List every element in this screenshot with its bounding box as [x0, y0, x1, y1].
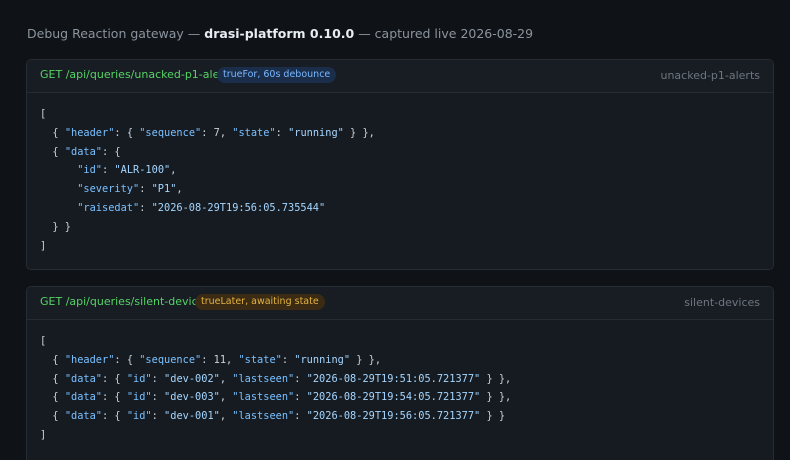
status-badge: trueLater, awaiting state — [195, 294, 325, 310]
endpoint-link[interactable]: GET /api/queries/unacked-p1-alerts — [40, 68, 234, 81]
code-line: } } — [40, 220, 71, 233]
caption-prefix: Debug Reaction gateway — — [27, 26, 205, 41]
json-response: [ { "header": { "sequence": 11, "state":… — [40, 332, 511, 445]
code-line: ] — [40, 428, 47, 441]
code-line: "severity": "P1", — [77, 183, 183, 196]
code-line: { "data": { — [40, 145, 121, 158]
page-caption: Debug Reaction gateway — drasi-platform … — [27, 26, 533, 41]
code-line: "id": "ALR-100", — [77, 164, 177, 177]
code-line: { "header": { "sequence": 7, "state": "r… — [40, 126, 375, 139]
code-line: "raisedat": "2026-08-29T19:56:05.735544" — [77, 201, 326, 214]
caption-product: drasi-platform 0.10.0 — [204, 26, 355, 41]
caption-suffix: — captured live 2026-08-29 — [354, 26, 534, 41]
json-response: [ { "header": { "sequence": 7, "state": … — [40, 105, 375, 255]
code-line: [ — [40, 108, 47, 120]
endpoint-link[interactable]: GET /api/queries/silent-devices — [40, 295, 210, 308]
query-name: silent-devices — [684, 296, 760, 309]
panel-header: GET /api/queries/unacked-p1-alerts trueF… — [27, 60, 773, 93]
debug-page: Debug Reaction gateway — drasi-platform … — [0, 0, 790, 460]
code-line: { "header": { "sequence": 11, "state": "… — [40, 353, 382, 366]
code-line: { "data": { "id": "dev-002", "lastseen":… — [40, 372, 512, 385]
query-panel-silent-devices: GET /api/queries/silent-devices trueLate… — [26, 286, 774, 460]
code-line: [ — [40, 335, 47, 347]
query-name: unacked-p1-alerts — [660, 69, 760, 82]
code-line: ] — [40, 239, 47, 252]
code-line: { "data": { "id": "dev-003", "lastseen":… — [40, 391, 512, 404]
panel-header: GET /api/queries/silent-devices trueLate… — [27, 287, 773, 320]
code-line: { "data": { "id": "dev-001", "lastseen":… — [40, 410, 506, 423]
status-badge: trueFor, 60s debounce — [217, 67, 337, 83]
query-panel-unacked-p1-alerts: GET /api/queries/unacked-p1-alerts trueF… — [26, 59, 774, 270]
